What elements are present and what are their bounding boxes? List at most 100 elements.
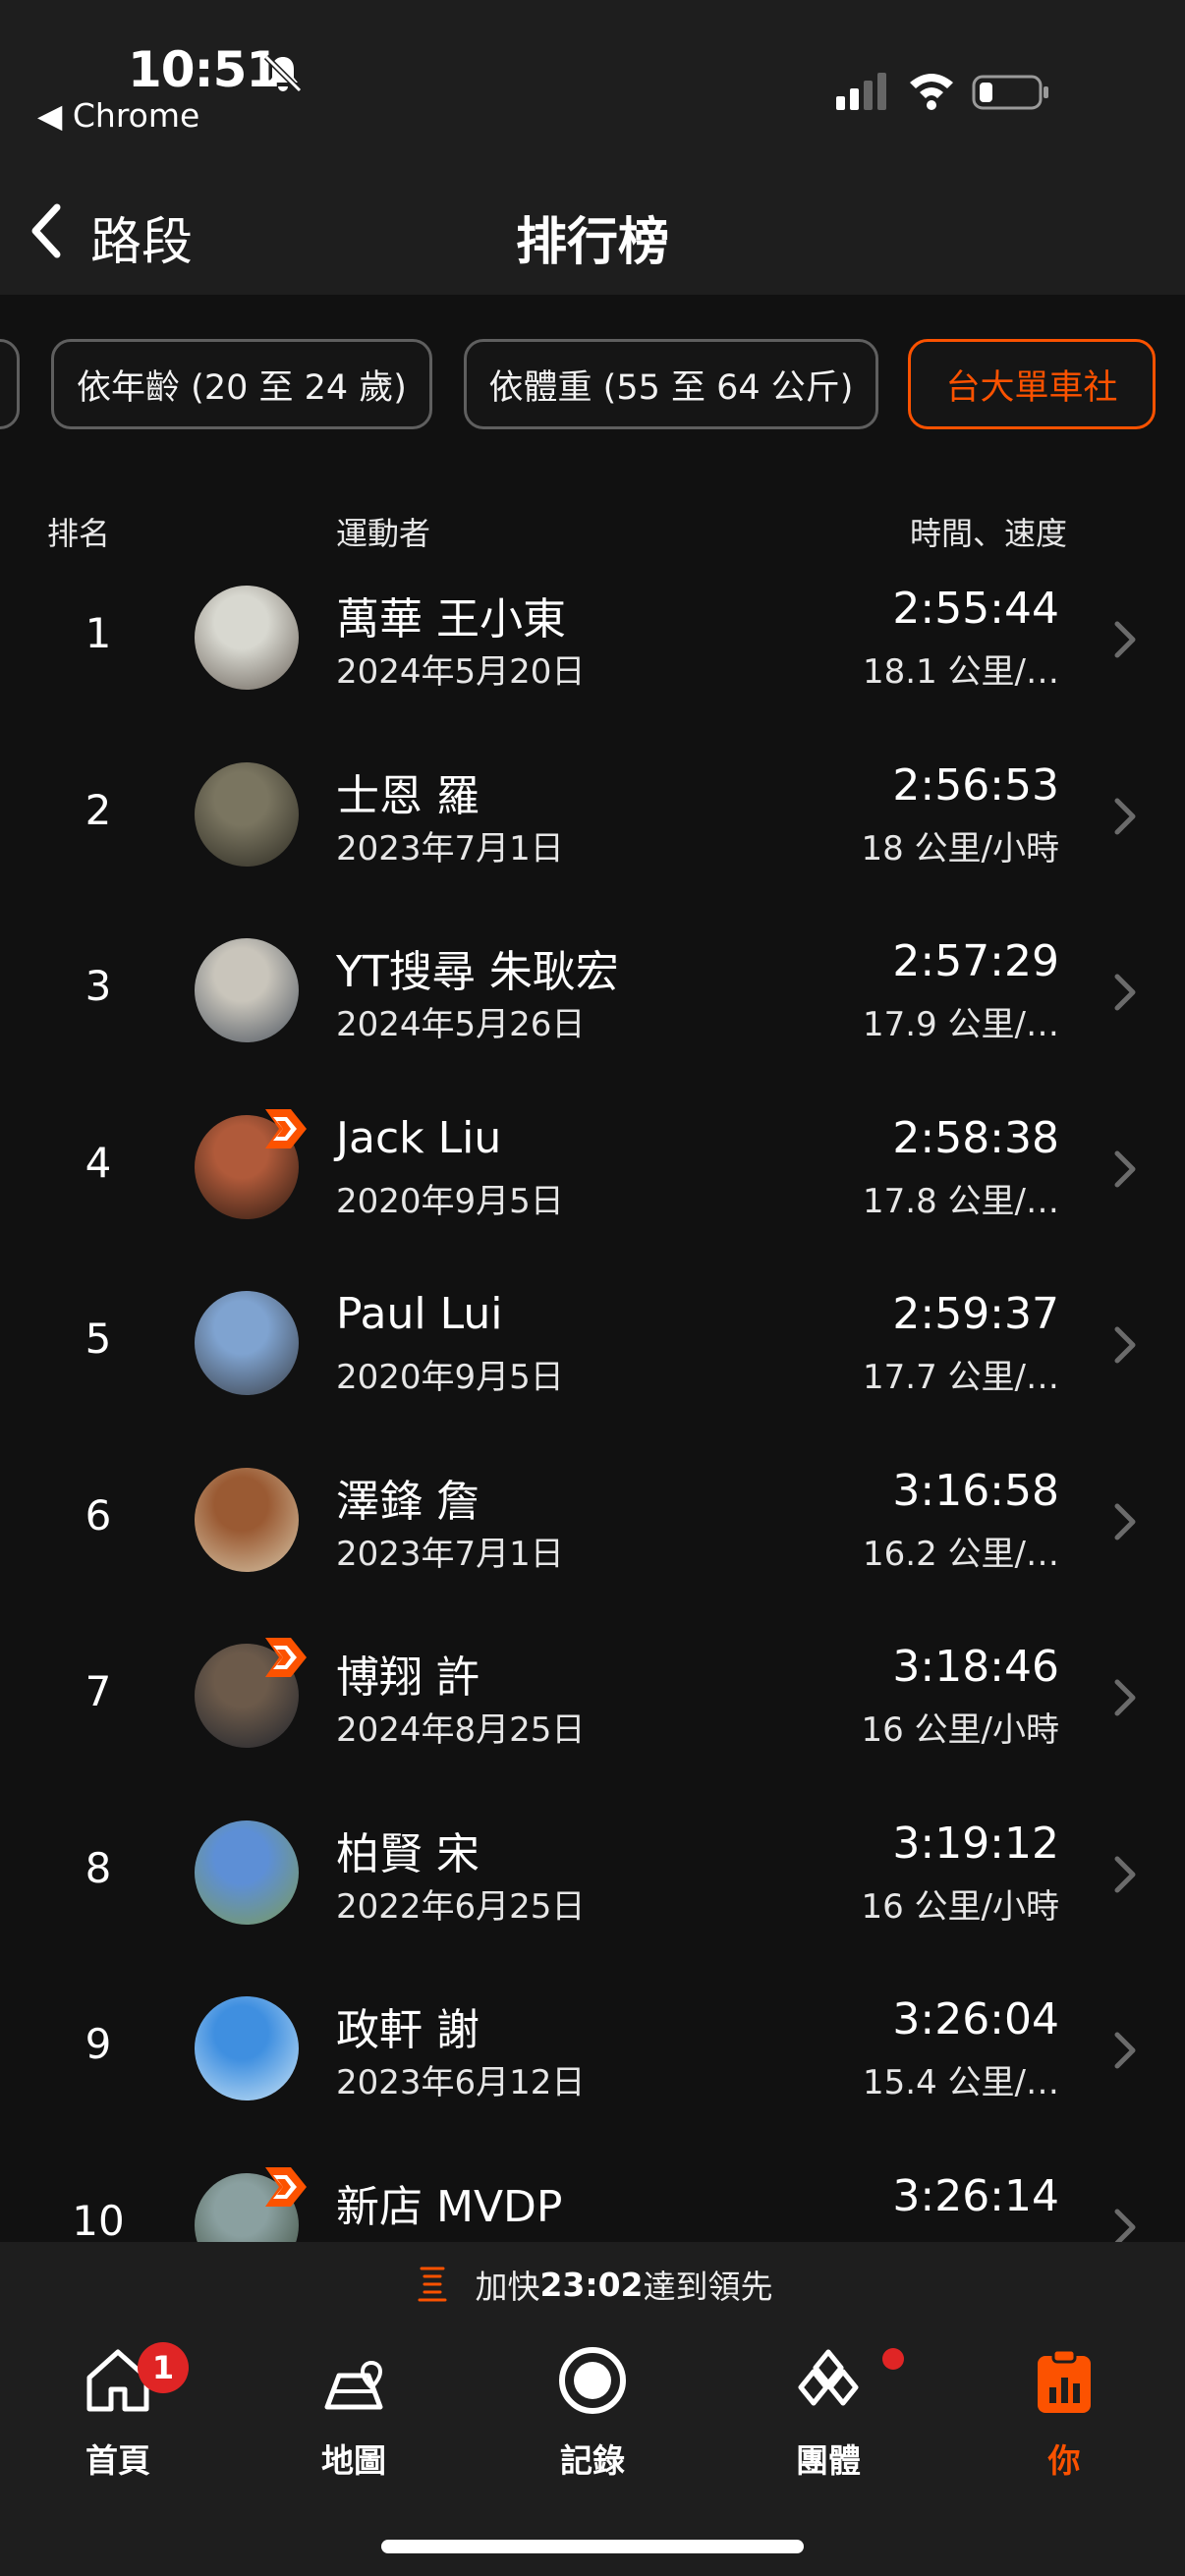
- wifi-icon: [910, 74, 953, 110]
- tab-maps[interactable]: 地圖: [236, 2326, 472, 2493]
- tab-label: 地圖: [321, 2441, 386, 2480]
- athlete-avatar[interactable]: [195, 1996, 299, 2100]
- record-icon: [559, 2347, 626, 2414]
- leaderboard-row[interactable]: 4 Jack Liu 2020年9月5日 2:58:38 17.8 公里/…: [0, 1095, 1185, 1272]
- leaderboard-row[interactable]: 1 萬華 王小東 2024年5月20日 2:55:44 18.1 公里/…: [0, 566, 1185, 743]
- athlete-name: Jack Liu: [336, 1112, 502, 1163]
- athlete-name: Paul Lui: [336, 1289, 503, 1339]
- filter-chip-partial[interactable]: [0, 339, 20, 429]
- effort-speed: 17.9 公里/…: [863, 1005, 1059, 1044]
- athlete-avatar[interactable]: [195, 761, 299, 867]
- leaderboard-row[interactable]: 5 Paul Lui 2020年9月5日 2:59:37 17.7 公里/…: [0, 1271, 1185, 1448]
- status-time: 10:51: [128, 41, 280, 98]
- rank-number: 2: [85, 785, 112, 834]
- effort-time: 3:26:14: [892, 2170, 1059, 2221]
- effort-speed: 16 公里/小時: [861, 1710, 1059, 1750]
- gap-to-leader-banner: 加快 23:02 達到領先: [0, 2242, 1185, 2326]
- filter-chip-weight[interactable]: 依體重 (55 至 64 公斤): [464, 339, 878, 429]
- chevron-right-icon: [1114, 974, 1136, 1011]
- effort-date: 2020年9月5日: [336, 1181, 564, 1221]
- filter-chip-club[interactable]: 台大單車社: [908, 339, 1156, 429]
- rank-number: 8: [85, 1843, 112, 1892]
- effort-date: 2020年9月5日: [336, 1358, 564, 1397]
- back-to-app[interactable]: ◀ Chrome: [37, 96, 199, 135]
- rank-number: 10: [72, 2196, 125, 2245]
- athlete-name: 政軒 謝: [336, 2005, 480, 2055]
- rank-number: 9: [85, 2020, 112, 2068]
- tab-label: 首頁: [85, 2441, 150, 2480]
- athlete-avatar[interactable]: [195, 938, 299, 1042]
- effort-time: 2:55:44: [892, 584, 1059, 634]
- effort-time: 3:18:46: [892, 1642, 1059, 1692]
- rank-number: 5: [85, 1315, 112, 1363]
- effort-date: 2023年7月1日: [336, 1534, 564, 1574]
- page-title: 排行榜: [515, 213, 669, 272]
- athlete-name: 士恩 羅: [336, 770, 480, 821]
- effort-speed: 18.1 公里/…: [863, 652, 1059, 692]
- filter-chip-age[interactable]: 依年齡 (20 至 24 歲): [51, 339, 432, 429]
- chevron-right-icon: [1114, 1679, 1136, 1716]
- chevron-right-icon: [1114, 1150, 1136, 1187]
- effort-speed: 15.4 公里/…: [863, 2063, 1059, 2102]
- subscriber-badge-icon: [265, 1638, 307, 1677]
- back-app-label: Chrome: [72, 96, 200, 135]
- home-notification-badge: 1: [138, 2342, 189, 2393]
- chevron-right-icon: [1114, 621, 1136, 658]
- athlete-name: YT搜尋 朱耿宏: [336, 947, 619, 997]
- chevron-right-icon: [1114, 2032, 1136, 2069]
- effort-date: 2023年7月1日: [336, 828, 564, 868]
- tab-label: 你: [1047, 2441, 1081, 2480]
- effort-speed: 17.7 公里/…: [863, 1358, 1059, 1397]
- athlete-avatar[interactable]: [195, 1820, 299, 1925]
- tab-home[interactable]: 1 首頁: [0, 2326, 236, 2493]
- column-header-athlete: 運動者: [336, 515, 431, 552]
- leaderboard-row[interactable]: 3 YT搜尋 朱耿宏 2024年5月26日 2:57:29 17.9 公里/…: [0, 919, 1185, 1095]
- tab-you[interactable]: 你: [946, 2326, 1182, 2493]
- subscriber-badge-icon: [265, 2166, 307, 2207]
- tab-groups[interactable]: 團體: [710, 2326, 946, 2493]
- effort-date: 2022年6月25日: [336, 1886, 586, 1927]
- athlete-avatar[interactable]: [195, 586, 299, 690]
- tab-label: 團體: [796, 2441, 861, 2480]
- athlete-name: 博翔 許: [336, 1652, 480, 1703]
- groups-notification-dot: [882, 2348, 904, 2370]
- leaderboard-row[interactable]: 8 柏賢 宋 2022年6月25日 3:19:12 16 公里/小時: [0, 1801, 1185, 1978]
- top-bar: 10:51 ◀ Chrome 路段 排行榜: [0, 0, 1185, 295]
- athlete-name: 萬華 王小東: [336, 594, 566, 644]
- effort-time: 2:58:38: [892, 1112, 1059, 1163]
- rank-number: 4: [85, 1138, 112, 1187]
- groups-icon: [798, 2349, 859, 2406]
- athlete-avatar[interactable]: [195, 1467, 299, 1572]
- leaderboard-row[interactable]: 2 士恩 羅 2023年7月1日 2:56:53 18 公里/小時: [0, 743, 1185, 920]
- column-header-rank: 排名: [47, 515, 111, 552]
- effort-time: 2:56:53: [892, 759, 1059, 811]
- leaderboard-row[interactable]: 7 博翔 許 2024年8月25日 3:18:46 16 公里/小時: [0, 1624, 1185, 1801]
- leaderboard-row[interactable]: 6 澤鋒 詹 2023年7月1日 3:16:58 16.2 公里/…: [0, 1448, 1185, 1625]
- rank-number: 1: [85, 609, 112, 657]
- athlete-name: 新店 MVDP: [336, 2181, 563, 2232]
- tab-record[interactable]: 記錄: [475, 2326, 710, 2493]
- effort-speed: 18 公里/小時: [861, 828, 1059, 868]
- banner-prefix: 加快: [475, 2268, 540, 2306]
- home-indicator[interactable]: [381, 2540, 804, 2553]
- status-indicators: [836, 73, 1048, 110]
- banner-gap: 23:02: [539, 2265, 644, 2304]
- effort-speed: 17.8 公里/…: [863, 1181, 1059, 1221]
- cellular-signal-icon: [836, 73, 886, 110]
- you-icon: [1038, 2348, 1091, 2413]
- effort-time: 2:59:37: [892, 1289, 1059, 1339]
- athlete-avatar[interactable]: [195, 1291, 299, 1395]
- column-header-time-speed: 時間、速度: [909, 515, 1067, 552]
- rank-number: 6: [85, 1490, 112, 1540]
- effort-speed: 16 公里/小時: [861, 1886, 1059, 1927]
- athlete-name: 澤鋒 詹: [336, 1476, 480, 1527]
- map-icon: [324, 2361, 383, 2410]
- chevron-right-icon: [1114, 1856, 1136, 1892]
- leaderboard-icon: [418, 2267, 447, 2302]
- effort-date: 2024年5月26日: [336, 1005, 586, 1044]
- subscriber-badge-icon: [265, 1108, 307, 1148]
- leaderboard-row[interactable]: 9 政軒 謝 2023年6月12日 3:26:04 15.4 公里/…: [0, 1977, 1185, 2154]
- silent-bell-icon: [263, 54, 303, 93]
- effort-date: 2023年6月12日: [336, 2063, 586, 2102]
- rank-number: 3: [85, 962, 112, 1010]
